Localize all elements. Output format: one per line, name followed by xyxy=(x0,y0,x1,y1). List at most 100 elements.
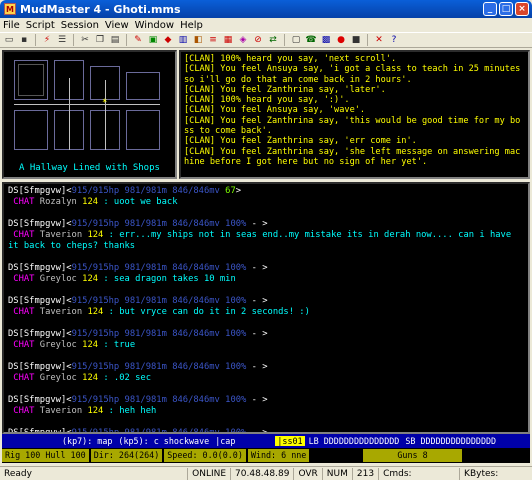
prompt-lead: DS[Sfmpgvw]< xyxy=(8,219,72,229)
status-ip: 70.48.48.89 xyxy=(230,467,293,480)
chat-line: CHAT Greyloc 124 : true xyxy=(8,340,524,351)
disconnect-icon[interactable]: ☰ xyxy=(56,34,68,46)
main-output-pane[interactable]: DS[Sfmpgvw]<915/915hp 981/981m 846/846mv… xyxy=(2,182,530,434)
status-cmds: Cmds: 1,706,663 xyxy=(378,467,459,480)
prompt-line: DS[Sfmpgvw]<915/915hp 981/981m 846/846mv… xyxy=(8,395,524,406)
connect-icon[interactable]: ⚡ xyxy=(41,34,53,46)
chat-tag: CHAT xyxy=(13,197,35,207)
chat-tag: CHAT xyxy=(13,230,35,240)
chat-level: 124 xyxy=(82,197,99,207)
output-block: DS[Sfmpgvw]<915/915hp 981/981m 846/846mv… xyxy=(8,263,524,285)
prompt-lead: DS[Sfmpgvw]< xyxy=(8,329,72,339)
prompt-line: DS[Sfmpgvw]<915/915hp 981/981m 846/846mv… xyxy=(8,186,524,197)
chat-message: : sea dragon takes 10 min xyxy=(98,274,236,284)
chat-speaker: Greyloc xyxy=(39,274,77,284)
keypad-status-row: (kp7): map (kp5): c shockwave |cap |ss01… xyxy=(2,434,530,448)
toolbar-separator xyxy=(73,34,74,46)
chat-message: : but vryce can do it in 2 seconds! :) xyxy=(103,307,310,317)
save-icon[interactable]: ▪ xyxy=(18,34,30,46)
toolbar-separator xyxy=(367,34,368,46)
menu-help[interactable]: Help xyxy=(180,20,203,31)
lb-status: LB DDDDDDDDDDDDDDD xyxy=(308,436,400,446)
sub-icon[interactable]: ⇄ xyxy=(267,34,279,46)
chat-line: CHAT Taverion 124 : err...my ships not i… xyxy=(8,230,524,252)
chat-speaker: Taverion xyxy=(39,307,83,317)
prompt-stats: 915/915hp 981/981m 846/846mv 100% xyxy=(71,263,247,273)
output-block: DS[Sfmpgvw]<915/915hp 981/981m 846/846mv… xyxy=(8,219,524,252)
chat-message: : err...my ships not in seas end..my mis… xyxy=(8,230,517,251)
prompt-stats: 915/915hp 981/981m 846/846mv 100% xyxy=(71,329,247,339)
close-button[interactable]: × xyxy=(515,2,529,16)
gag-icon[interactable]: ⊘ xyxy=(252,34,264,46)
chat-level: 124 xyxy=(87,406,104,416)
prompt-stats: 915/915hp 981/981m 846/846mv 100% xyxy=(71,362,247,372)
minimize-button[interactable]: _ xyxy=(483,2,497,16)
prompt-lead: DS[Sfmpgvw]< xyxy=(8,263,72,273)
cut-icon[interactable]: ✂ xyxy=(79,34,91,46)
map-pane[interactable]: * A Hallway Lined with Shops xyxy=(2,50,177,179)
alias-icon[interactable]: ▣ xyxy=(147,34,159,46)
chat-icon[interactable]: ☎ xyxy=(305,34,317,46)
variable-icon[interactable]: ◧ xyxy=(192,34,204,46)
chat-speaker: Taverion xyxy=(39,406,83,416)
clan-channel-pane[interactable]: [CLAN] 100% heard you say, 'next scroll'… xyxy=(179,50,530,179)
about-icon[interactable]: ? xyxy=(388,34,400,46)
output-block: DS[Sfmpgvw]<915/915hp 981/981m 846/846mv… xyxy=(8,395,524,417)
action-icon[interactable]: ◆ xyxy=(162,34,174,46)
prompt-tail: - > xyxy=(246,395,268,405)
rig-hull-status: Rig 100 Hull 100 xyxy=(2,449,89,462)
prompt-line: DS[Sfmpgvw]<915/915hp 981/981m 846/846mv… xyxy=(8,219,524,230)
ship-status: (kp7): map (kp5): c shockwave |cap |ss01… xyxy=(2,434,530,464)
menu-file[interactable]: File xyxy=(3,20,20,31)
status-ovr: OVR xyxy=(293,467,321,480)
prompt-stats: 915/915hp 981/981m 846/846mv 100% xyxy=(71,296,247,306)
open-icon[interactable]: ▭ xyxy=(3,34,15,46)
map-icon[interactable]: ▩ xyxy=(320,34,332,46)
menu-view[interactable]: View xyxy=(105,20,129,31)
menu-window[interactable]: Window xyxy=(135,20,174,31)
list-icon[interactable]: ≡ xyxy=(207,34,219,46)
paste-icon[interactable]: ▤ xyxy=(109,34,121,46)
chat-line: CHAT Rozalyn 124 : uoot we back xyxy=(8,197,524,208)
event-icon[interactable]: ◈ xyxy=(237,34,249,46)
help-icon[interactable]: ✕ xyxy=(373,34,385,46)
kp7-status: (kp7): map xyxy=(62,436,113,446)
status-online: ONLINE xyxy=(187,467,230,480)
maximize-button[interactable]: □ xyxy=(499,2,513,16)
status-num: NUM xyxy=(321,467,352,480)
guns-status: Guns 8 xyxy=(363,449,462,462)
chat-tag: CHAT xyxy=(13,340,35,350)
array-icon[interactable]: ▦ xyxy=(222,34,234,46)
speed-status: Speed: 0.0(0.0) xyxy=(164,449,246,462)
clan-line: [CLAN] You feel Ansuya say, 'i got a cla… xyxy=(184,64,526,85)
chat-tag: CHAT xyxy=(13,307,35,317)
app-icon: M xyxy=(4,3,16,15)
prompt-stats: 915/915hp 981/981m 846/846mv xyxy=(71,186,220,196)
menu-session[interactable]: Session xyxy=(61,20,99,31)
copy-icon[interactable]: ❐ xyxy=(94,34,106,46)
output-block: DS[Sfmpgvw]<915/915hp 981/981m 846/846mv… xyxy=(8,362,524,384)
prompt-line: DS[Sfmpgvw]<915/915hp 981/981m 846/846mv… xyxy=(8,329,524,340)
clan-line: [CLAN] You feel Zanthrina say, 'this wou… xyxy=(184,115,521,137)
ship-status-row: Rig 100 Hull 100 Dir: 264(264) Speed: 0.… xyxy=(2,448,530,463)
chat-message: : uoot we back xyxy=(98,197,178,207)
prompt-tail: - > xyxy=(246,329,268,339)
prompt-tail: - > xyxy=(246,362,268,372)
prompt-line: DS[Sfmpgvw]<915/915hp 981/981m 846/846mv… xyxy=(8,263,524,274)
window-title: MudMaster 4 - Ghoti.mms xyxy=(20,2,181,16)
clan-line: [CLAN] You feel Ansuya say, 'wave'. xyxy=(184,105,366,116)
toolbar: ▭ ▪ ⚡ ☰ ✂ ❐ ▤ ✎ ▣ ◆ ▥ ◧ ≡ ▦ ◈ ⊘ ⇄ ▢ ☎ ▩ … xyxy=(0,32,532,48)
menu-script[interactable]: Script xyxy=(26,20,55,31)
macro-icon[interactable]: ▥ xyxy=(177,34,189,46)
prompt-tail: - > xyxy=(246,296,268,306)
map-player-marker: * xyxy=(102,98,108,108)
status-num-value: 213 xyxy=(351,467,378,480)
chat-tag: CHAT xyxy=(13,274,35,284)
window-controls: _ □ × xyxy=(483,2,529,16)
prompt-tail: > xyxy=(235,186,242,196)
record-icon[interactable]: ● xyxy=(335,34,347,46)
log-icon[interactable]: ▢ xyxy=(290,34,302,46)
stop-icon[interactable]: ■ xyxy=(350,34,362,46)
script-icon[interactable]: ✎ xyxy=(132,34,144,46)
chat-line: CHAT Greyloc 124 : .02 sec xyxy=(8,373,524,384)
